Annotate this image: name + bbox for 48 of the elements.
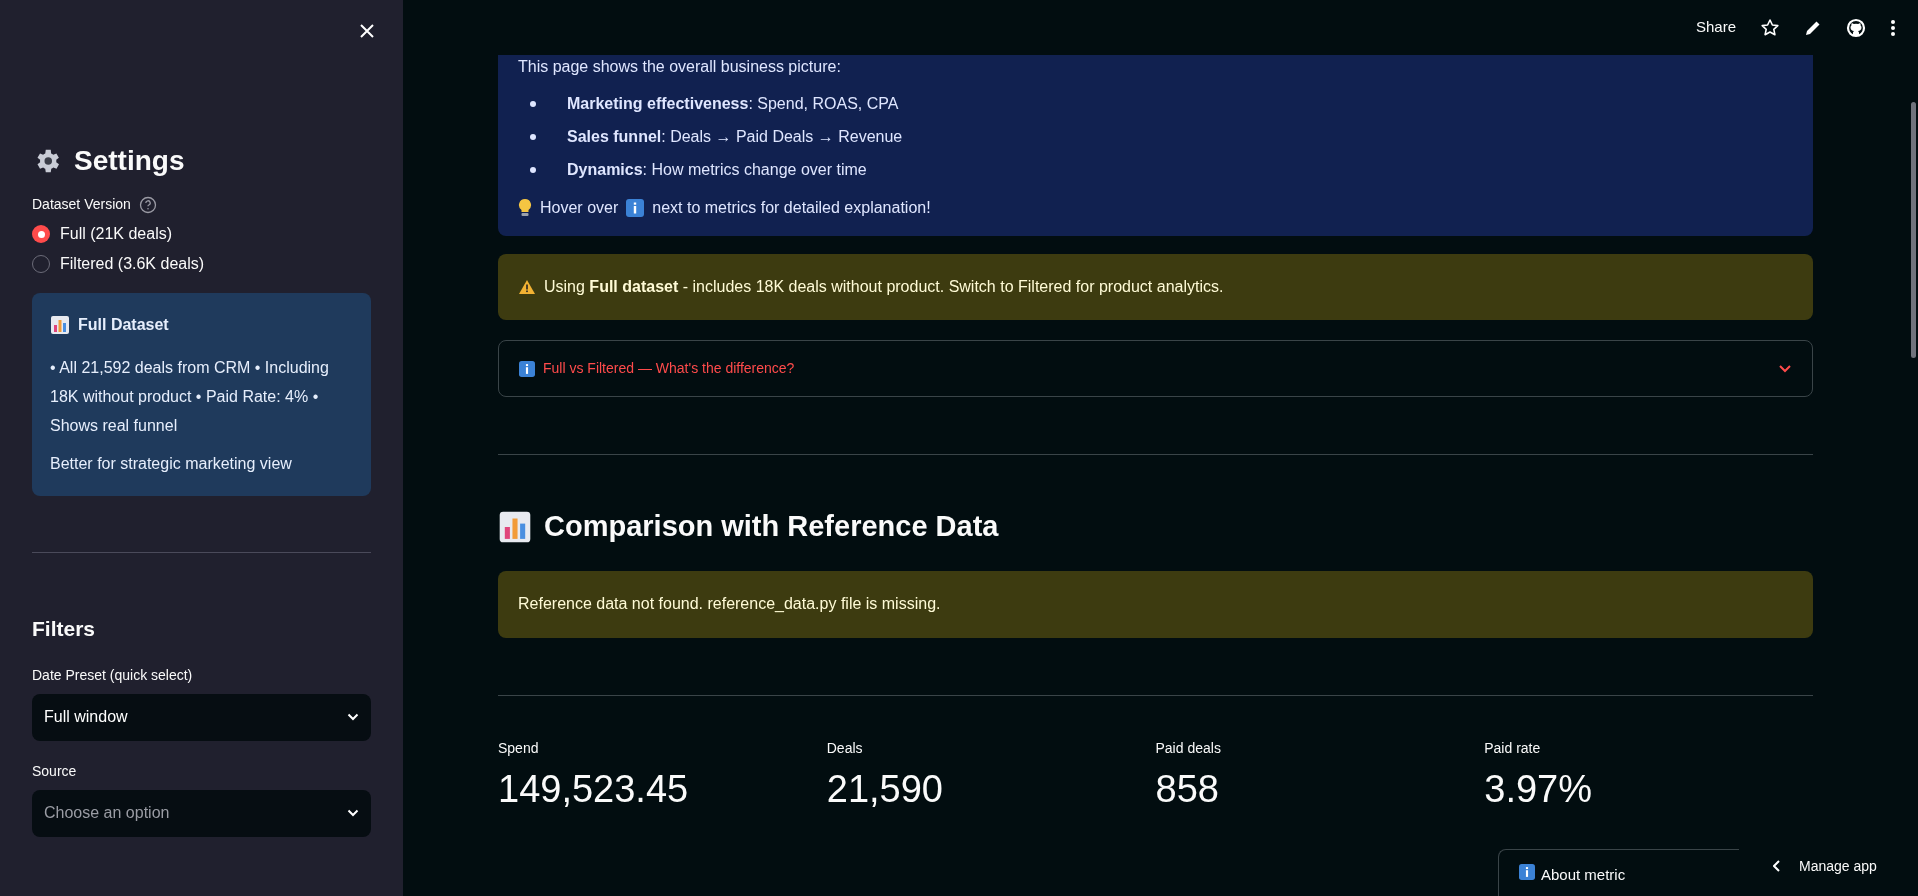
bullet-text: Marketing effectiveness: Spend, ROAS, CPA <box>567 94 899 114</box>
card-text: • All 21,592 deals from CRM • Including 18K without product • Paid Rate: 4% • Shows real funnel <box>50 358 330 436</box>
bar-chart-icon <box>50 315 70 335</box>
star-icon[interactable] <box>1760 17 1780 38</box>
hint-text: next to metrics for detailed explanation! <box>652 198 931 218</box>
intro-text: This page shows the overall business picture: <box>518 57 842 77</box>
metric-value: 858 <box>1155 766 1219 812</box>
radio-option[interactable]: Filtered (3.6K deals) <box>32 253 371 275</box>
metric-value: 149,523.45 <box>498 766 689 812</box>
card-note: Better for strategic marketing view <box>50 454 293 474</box>
metric-label: Paid rate <box>1484 738 1541 758</box>
field-label: Dataset Version <box>32 195 131 214</box>
radio-option[interactable]: Full (21K deals) <box>32 223 371 245</box>
info-icon <box>1519 864 1535 880</box>
metric-value: 3.97% <box>1484 766 1592 812</box>
more-icon[interactable] <box>1890 18 1896 37</box>
select-field[interactable]: Full window <box>32 693 371 741</box>
warning-text: Reference data not found. reference_data.py file is missing. <box>518 594 941 614</box>
card-title: Full Dataset <box>78 315 169 335</box>
chevron-icon <box>1773 860 1781 872</box>
lightbulb-icon <box>518 198 532 218</box>
metric-label: Paid deals <box>1155 738 1221 758</box>
info-icon <box>626 199 645 217</box>
chevron-icon <box>347 809 359 817</box>
github-icon[interactable] <box>1846 17 1866 38</box>
radio-button[interactable] <box>32 225 50 243</box>
bullet-text: Sales funnel: Deals → Paid Deals → Revenue <box>567 127 903 147</box>
chevron-icon <box>347 713 359 721</box>
panel-title: About metric <box>1541 865 1626 885</box>
expander[interactable]: Full vs Filtered — What's the difference? <box>498 340 1813 397</box>
section-heading: Comparison with Reference Data <box>544 509 999 544</box>
help-icon[interactable] <box>138 195 157 214</box>
warning-text: Using Full dataset - includes 18K deals without product. Switch to Filtered for product analytics. <box>544 277 1224 297</box>
select-field[interactable]: Choose an option <box>32 789 371 837</box>
bar-chart-icon <box>498 509 532 544</box>
sidebar-title: Settings <box>74 144 185 178</box>
warning-icon <box>518 279 536 295</box>
share-button[interactable]: Share <box>1695 16 1736 39</box>
metric-value: 21,590 <box>826 766 943 812</box>
field-label: Source <box>32 761 78 781</box>
metric-label: Deals <box>826 738 863 758</box>
section-title: Filters <box>32 616 97 642</box>
hint-text: Hover over <box>540 198 619 218</box>
field-label: Date Preset (quick select) <box>32 665 194 685</box>
bullet-text: Dynamics: How metrics change over time <box>567 160 867 180</box>
info-icon <box>519 360 535 377</box>
about-metric-panel[interactable]: About metric <box>1498 849 1739 896</box>
metric-label: Spend <box>498 738 539 758</box>
